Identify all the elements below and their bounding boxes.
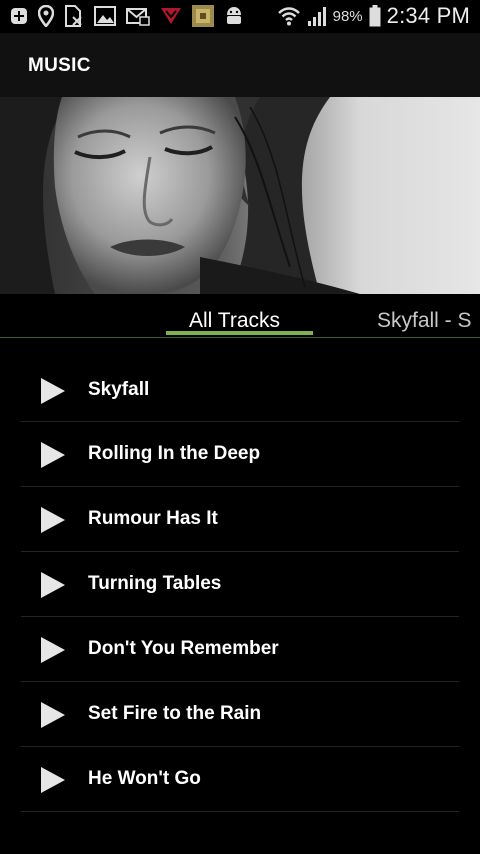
play-icon[interactable] [40,506,66,534]
play-icon[interactable] [40,701,66,729]
track-title: Don't You Remember [88,638,279,659]
tab-indicator [166,331,313,335]
track-row[interactable]: Rumour Has It [21,487,459,552]
track-title: Rumour Has It [88,508,218,529]
track-row[interactable]: Turning Tables [21,552,459,617]
android-icon [227,7,241,24]
play-icon[interactable] [40,766,66,794]
no-sim-icon [65,5,82,27]
signal-icon [307,7,326,26]
system-icons: 98% 2:34 PM [277,3,470,28]
track-row[interactable]: Set Fire to the Rain [21,682,459,747]
clock: 2:34 PM [386,3,470,28]
app-bar: MUSIC [0,33,480,97]
header-image [0,97,480,294]
notification-icons [10,4,244,28]
artist-photo [0,97,480,294]
wifi-icon [277,7,300,26]
battery-icon [369,5,381,27]
shield-icon [161,8,181,24]
track-row[interactable]: He Won't Go [21,747,459,812]
tab-all-tracks[interactable]: All Tracks [189,309,280,333]
track-row[interactable]: Skyfall [21,358,459,422]
play-icon[interactable] [40,441,66,469]
track-title: Turning Tables [88,573,222,594]
app-title: MUSIC [28,55,91,76]
location-icon [38,5,54,27]
play-icon[interactable] [40,377,66,405]
play-icon[interactable] [40,636,66,664]
tab-strip: All Tracks Skyfall - S [0,294,480,338]
email-icon [126,8,150,26]
track-title: Rolling In the Deep [88,443,261,464]
track-title: Set Fire to the Rain [88,703,262,724]
add-icon [11,8,27,24]
app-icon [192,5,214,27]
status-bar: 98% 2:34 PM [0,0,480,33]
track-row[interactable]: Rolling In the Deep [21,422,459,487]
track-row[interactable]: Don't You Remember [21,617,459,682]
track-title: He Won't Go [88,768,201,789]
play-icon[interactable] [40,571,66,599]
battery-percent: 98% [332,7,363,25]
tab-skyfall[interactable]: Skyfall - S [377,309,472,333]
track-title: Skyfall [88,379,150,400]
image-icon [94,6,116,26]
track-list: Skyfall Rolling In the Deep Rumour Has I… [21,358,459,812]
